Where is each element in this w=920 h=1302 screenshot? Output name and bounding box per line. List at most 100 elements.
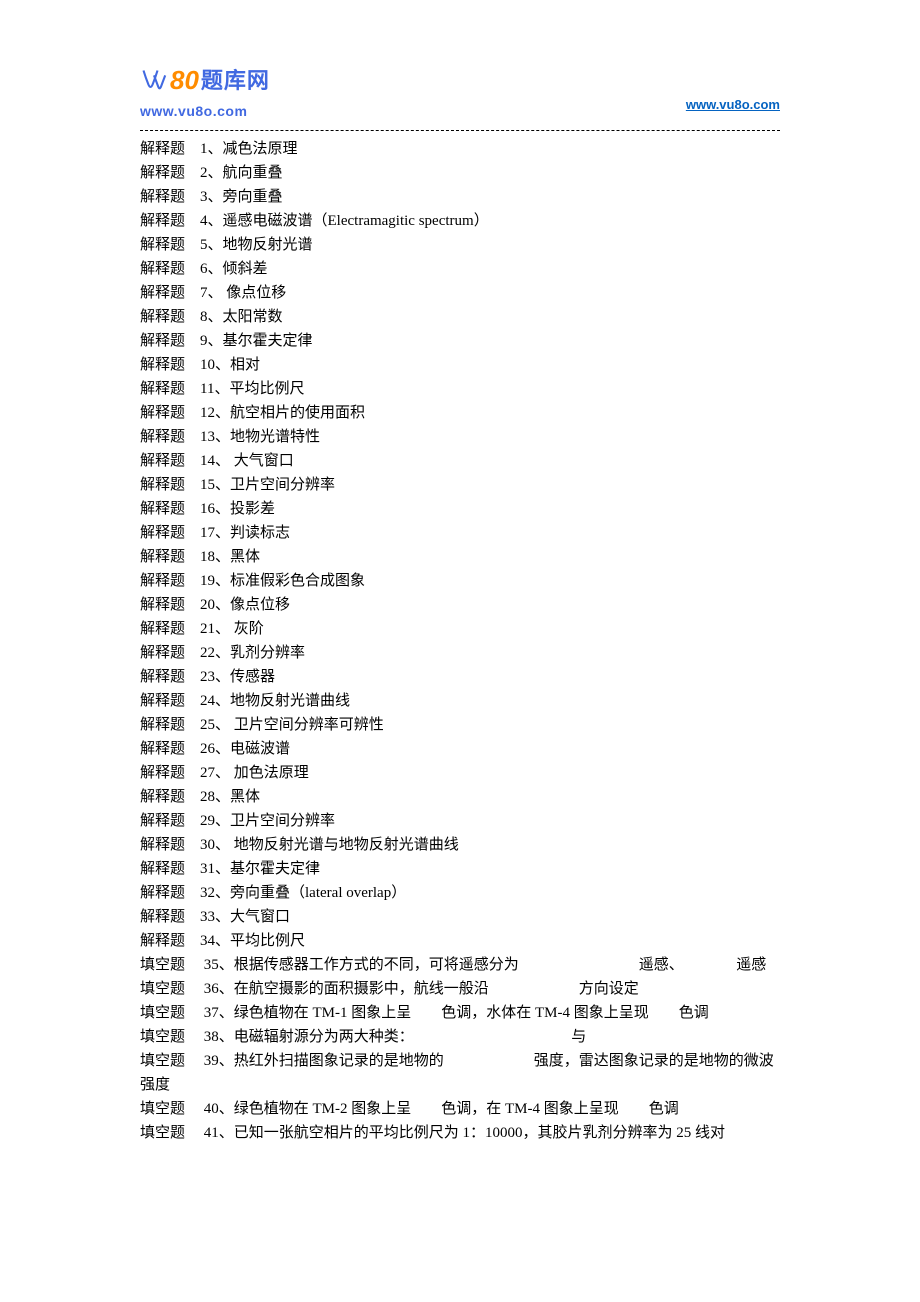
question-type-label: 解释题: [140, 281, 185, 305]
question-type-label: 解释题: [140, 617, 185, 641]
explain-line: 解释题 7、 像点位移: [140, 281, 780, 305]
question-content: 1、减色法原理: [185, 137, 298, 161]
logo-number: 80: [170, 60, 199, 102]
explain-line: 解释题 19、标准假彩色合成图象: [140, 569, 780, 593]
question-type-label: 解释题: [140, 833, 185, 857]
explain-line: 解释题 1、减色法原理: [140, 137, 780, 161]
question-type-label: 解释题: [140, 785, 185, 809]
explain-line: 解释题 31、基尔霍夫定律: [140, 857, 780, 881]
explain-line: 解释题 34、平均比例尺: [140, 929, 780, 953]
question-type-label: 解释题: [140, 305, 185, 329]
explain-line: 解释题 4、遥感电磁波谱（Electramagitic spectrum）: [140, 209, 780, 233]
question-content: 16、投影差: [185, 497, 275, 521]
question-type-label: 解释题: [140, 521, 185, 545]
question-type-label: 解释题: [140, 713, 185, 737]
explain-line: 解释题 28、黑体: [140, 785, 780, 809]
question-content: 31、基尔霍夫定律: [185, 857, 320, 881]
question-content: 17、判读标志: [185, 521, 290, 545]
explain-line: 解释题 25、 卫片空间分辨率可辨性: [140, 713, 780, 737]
explain-line: 解释题 32、旁向重叠（lateral overlap）: [140, 881, 780, 905]
question-type-label: 解释题: [140, 641, 185, 665]
explain-line: 解释题 10、相对: [140, 353, 780, 377]
question-content: 7、 像点位移: [185, 281, 286, 305]
explain-line: 解释题 24、地物反射光谱曲线: [140, 689, 780, 713]
question-content: 3、旁向重叠: [185, 185, 283, 209]
fill-line: 填空题 38、电磁辐射源分为两大种类： 与: [140, 1025, 780, 1049]
fill-question-list: 填空题 35、根据传感器工作方式的不同，可将遥感分为 遥感、 遥感填空题 36、…: [140, 953, 780, 1145]
question-type-label: 解释题: [140, 929, 185, 953]
question-type-label: 解释题: [140, 881, 185, 905]
question-content: 14、 大气窗口: [185, 449, 294, 473]
header-link[interactable]: www.vu8o.com: [686, 95, 780, 116]
question-content: 29、卫片空间分辨率: [185, 809, 335, 833]
question-content: 2、航向重叠: [185, 161, 283, 185]
explain-line: 解释题 20、像点位移: [140, 593, 780, 617]
header-divider: [140, 130, 780, 131]
explain-line: 解释题 13、地物光谱特性: [140, 425, 780, 449]
explain-line: 解释题 30、 地物反射光谱与地物反射光谱曲线: [140, 833, 780, 857]
logo-chinese-text: 题库网: [201, 63, 270, 98]
question-content: 28、黑体: [185, 785, 260, 809]
question-content: 22、乳剂分辨率: [185, 641, 305, 665]
explain-line: 解释题 9、基尔霍夫定律: [140, 329, 780, 353]
explain-line: 解释题 8、太阳常数: [140, 305, 780, 329]
question-content: 30、 地物反射光谱与地物反射光谱曲线: [185, 833, 459, 857]
question-content: 26、电磁波谱: [185, 737, 290, 761]
question-type-label: 解释题: [140, 593, 185, 617]
question-type-label: 解释题: [140, 761, 185, 785]
question-content: 21、 灰阶: [185, 617, 264, 641]
question-content: 8、太阳常数: [185, 305, 283, 329]
explain-line: 解释题 14、 大气窗口: [140, 449, 780, 473]
question-content: 32、旁向重叠（lateral overlap）: [185, 881, 406, 905]
question-type-label: 解释题: [140, 233, 185, 257]
question-content: 10、相对: [185, 353, 260, 377]
question-content: 33、大气窗口: [185, 905, 290, 929]
explain-line: 解释题 27、 加色法原理: [140, 761, 780, 785]
question-type-label: 解释题: [140, 905, 185, 929]
question-type-label: 解释题: [140, 545, 185, 569]
explain-line: 解释题 21、 灰阶: [140, 617, 780, 641]
explain-line: 解释题 5、地物反射光谱: [140, 233, 780, 257]
explain-line: 解释题 17、判读标志: [140, 521, 780, 545]
logo-top-row: 80 题库网: [140, 60, 270, 102]
explain-line: 解释题 6、倾斜差: [140, 257, 780, 281]
question-type-label: 解释题: [140, 257, 185, 281]
question-type-label: 解释题: [140, 473, 185, 497]
question-content: 34、平均比例尺: [185, 929, 305, 953]
question-content: 25、 卫片空间分辨率可辨性: [185, 713, 384, 737]
question-content: 27、 加色法原理: [185, 761, 309, 785]
question-type-label: 解释题: [140, 161, 185, 185]
question-content: 12、航空相片的使用面积: [185, 401, 365, 425]
fill-line: 填空题 40、绿色植物在 TM-2 图象上呈 色调，在 TM-4 图象上呈现 色…: [140, 1097, 780, 1121]
question-content: 15、卫片空间分辨率: [185, 473, 335, 497]
explain-line: 解释题 2、航向重叠: [140, 161, 780, 185]
fill-line: 填空题 35、根据传感器工作方式的不同，可将遥感分为 遥感、 遥感: [140, 953, 780, 977]
fill-line: 填空题 36、在航空摄影的面积摄影中，航线一般沿 方向设定: [140, 977, 780, 1001]
question-type-label: 解释题: [140, 377, 185, 401]
question-type-label: 解释题: [140, 449, 185, 473]
page-header: 80 题库网 www.vu8o.com www.vu8o.com: [140, 60, 780, 122]
question-content: 20、像点位移: [185, 593, 290, 617]
question-type-label: 解释题: [140, 401, 185, 425]
question-type-label: 解释题: [140, 425, 185, 449]
question-type-label: 解释题: [140, 569, 185, 593]
question-type-label: 解释题: [140, 353, 185, 377]
explain-line: 解释题 29、卫片空间分辨率: [140, 809, 780, 833]
explain-line: 解释题 12、航空相片的使用面积: [140, 401, 780, 425]
question-content: 5、地物反射光谱: [185, 233, 313, 257]
explain-line: 解释题 18、黑体: [140, 545, 780, 569]
question-type-label: 解释题: [140, 209, 185, 233]
logo-icon: [140, 67, 168, 95]
explain-line: 解释题 26、电磁波谱: [140, 737, 780, 761]
question-type-label: 解释题: [140, 137, 185, 161]
question-content: 24、地物反射光谱曲线: [185, 689, 350, 713]
question-type-label: 解释题: [140, 689, 185, 713]
explain-line: 解释题 16、投影差: [140, 497, 780, 521]
explain-line: 解释题 23、传感器: [140, 665, 780, 689]
question-content: 4、遥感电磁波谱（Electramagitic spectrum）: [185, 209, 489, 233]
explain-line: 解释题 33、大气窗口: [140, 905, 780, 929]
question-content: 11、平均比例尺: [185, 377, 304, 401]
question-content: 23、传感器: [185, 665, 275, 689]
explain-line: 解释题 15、卫片空间分辨率: [140, 473, 780, 497]
question-type-label: 解释题: [140, 497, 185, 521]
